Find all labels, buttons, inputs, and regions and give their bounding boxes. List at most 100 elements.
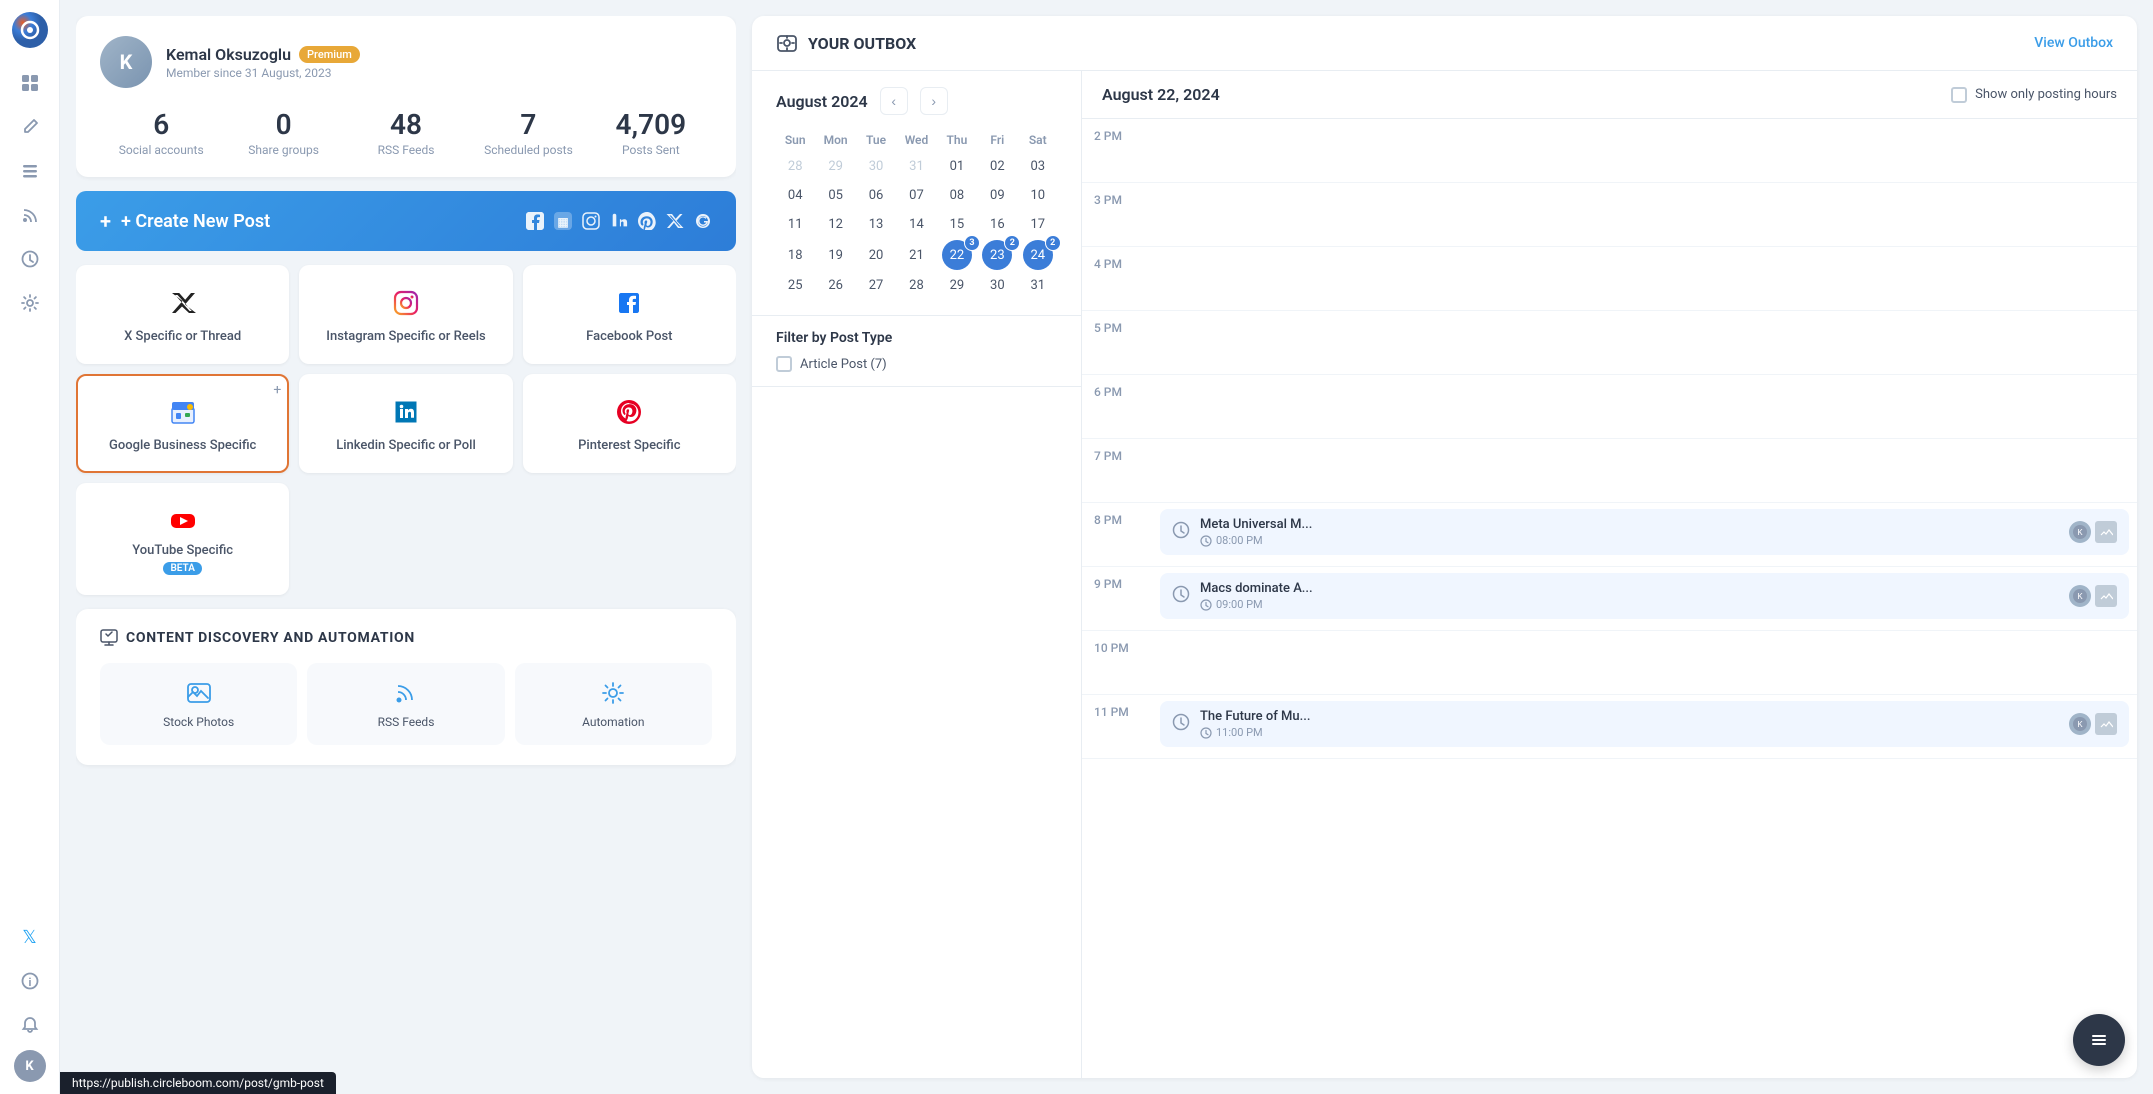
cal-day[interactable]: 08 — [938, 182, 976, 209]
posting-hours-checkbox[interactable] — [1951, 87, 1967, 103]
timeline-content-8pm: Meta Universal M... 08:00 PM K — [1152, 503, 2137, 566]
cal-day[interactable]: 13 — [857, 211, 895, 238]
posting-hours-toggle[interactable]: Show only posting hours — [1951, 87, 2117, 103]
post-type-facebook[interactable]: Facebook Post — [523, 265, 736, 364]
post-type-x[interactable]: X Specific or Thread — [76, 265, 289, 364]
cal-day[interactable]: 03 — [1019, 153, 1057, 180]
cal-day[interactable]: 15 — [938, 211, 976, 238]
time-label-9pm: 9 PM — [1082, 567, 1152, 630]
cal-day[interactable]: 31 — [897, 153, 935, 180]
pinterest-icon — [611, 394, 647, 430]
cal-day[interactable]: 26 — [816, 272, 854, 299]
post-card-avatars: K — [2069, 521, 2117, 543]
cal-day[interactable]: 21 — [897, 240, 935, 270]
outbox-title-text: YOUR OUTBOX — [808, 34, 916, 53]
time-label-3pm: 3 PM — [1082, 183, 1152, 246]
cal-day[interactable]: 20 — [857, 240, 895, 270]
svg-text:i: i — [28, 976, 31, 989]
discovery-stock-photos[interactable]: Stock Photos — [100, 663, 297, 745]
timeline-content-6pm — [1152, 375, 2137, 438]
cal-day[interactable]: 12 — [816, 211, 854, 238]
post-type-youtube[interactable]: YouTube Specific BETA — [76, 483, 289, 595]
fab-menu-button[interactable] — [2073, 1014, 2125, 1066]
cal-day[interactable]: 31 — [1019, 272, 1057, 299]
cal-day-23-wrap[interactable]: 23 2 — [978, 240, 1016, 270]
cal-day-22-wrap[interactable]: 22 3 — [938, 240, 976, 270]
cal-day[interactable]: 14 — [897, 211, 935, 238]
sidebar-edit-icon[interactable] — [11, 108, 49, 146]
profile-since: Member since 31 August, 2023 — [166, 66, 360, 80]
cal-header-sun: Sun — [776, 129, 814, 151]
user-avatar-sidebar[interactable]: K — [14, 1050, 46, 1082]
cal-day[interactable]: 06 — [857, 182, 895, 209]
cal-day[interactable]: 29 — [938, 272, 976, 299]
timeline-content-10pm — [1152, 631, 2137, 694]
info-sidebar-icon[interactable]: i — [11, 962, 49, 1000]
time-label-5pm: 5 PM — [1082, 311, 1152, 374]
cal-day[interactable]: 05 — [816, 182, 854, 209]
avatar: K — [100, 36, 152, 88]
sidebar-list-icon[interactable] — [11, 152, 49, 190]
cal-day[interactable]: 04 — [776, 182, 814, 209]
cal-day[interactable]: 30 — [978, 272, 1016, 299]
post-type-google-business[interactable]: + Google Business Specific — [76, 374, 289, 473]
twitter-sidebar-icon[interactable]: 𝕏 — [11, 918, 49, 956]
timeline-row-3pm: 3 PM — [1082, 183, 2137, 247]
view-outbox-link[interactable]: View Outbox — [2034, 35, 2113, 51]
post-card-macs-dominate[interactable]: Macs dominate A... 09:00 PM K — [1160, 573, 2129, 619]
timeline-content-11pm: The Future of Mu... 11:00 PM K — [1152, 695, 2137, 758]
bell-sidebar-icon[interactable] — [11, 1006, 49, 1044]
facebook-post-label: Facebook Post — [586, 329, 672, 344]
cal-day[interactable]: 11 — [776, 211, 814, 238]
cal-day[interactable]: 01 — [938, 153, 976, 180]
linkedin-specific-label: Linkedin Specific or Poll — [336, 438, 476, 453]
calendar-prev-button[interactable]: ‹ — [880, 87, 908, 115]
discovery-automation[interactable]: Automation — [515, 663, 712, 745]
cal-day[interactable]: 28 — [776, 153, 814, 180]
time-label-7pm: 7 PM — [1082, 439, 1152, 502]
cal-day[interactable]: 30 — [857, 153, 895, 180]
calendar-next-button[interactable]: › — [920, 87, 948, 115]
cal-day[interactable]: 27 — [857, 272, 895, 299]
app-logo[interactable] — [12, 12, 48, 48]
cal-day[interactable]: 10 — [1019, 182, 1057, 209]
timeline-row-11pm: 11 PM The Future of Mu... — [1082, 695, 2137, 759]
cal-day[interactable]: 02 — [978, 153, 1016, 180]
post-card-future-mu[interactable]: The Future of Mu... 11:00 PM K — [1160, 701, 2129, 747]
post-network-avatar-2: K — [2069, 585, 2091, 607]
stat-social-accounts: 6 Social accounts — [100, 108, 222, 157]
cal-day[interactable]: 28 — [897, 272, 935, 299]
post-scheduled-icon — [1172, 521, 1190, 543]
filter-article-post[interactable]: Article Post (7) — [776, 356, 1057, 372]
stat-scheduled-posts: 7 Scheduled posts — [467, 108, 589, 157]
timeline-content-9pm: Macs dominate A... 09:00 PM K — [1152, 567, 2137, 630]
cal-day[interactable]: 19 — [816, 240, 854, 270]
create-post-button[interactable]: + + Create New Post ▦ — [76, 191, 736, 251]
cal-day[interactable]: 18 — [776, 240, 814, 270]
linkedin-icon — [388, 394, 424, 430]
post-type-pinterest[interactable]: Pinterest Specific — [523, 374, 736, 473]
discovery-rss-feeds[interactable]: RSS Feeds — [307, 663, 504, 745]
timeline-row-10pm: 10 PM — [1082, 631, 2137, 695]
cal-day[interactable]: 25 — [776, 272, 814, 299]
timeline-scroll[interactable]: 2 PM 3 PM 4 PM 5 PM — [1082, 119, 2137, 1078]
cal-day-24-wrap[interactable]: 24 2 — [1019, 240, 1057, 270]
sidebar-grid-icon[interactable] — [11, 64, 49, 102]
cal-day[interactable]: 29 — [816, 153, 854, 180]
post-type-instagram[interactable]: Instagram Specific or Reels — [299, 265, 512, 364]
post-card-title-2: Macs dominate A... — [1200, 581, 2059, 596]
google-business-label: Google Business Specific — [109, 438, 256, 453]
post-card-title: Meta Universal M... — [1200, 517, 2059, 532]
timeline-content-5pm — [1152, 311, 2137, 374]
cal-day[interactable]: 07 — [897, 182, 935, 209]
article-post-checkbox[interactable] — [776, 356, 792, 372]
cal-day[interactable]: 17 — [1019, 211, 1057, 238]
cal-day[interactable]: 16 — [978, 211, 1016, 238]
post-card-avatars-3: K — [2069, 713, 2117, 735]
sidebar-clock-icon[interactable] — [11, 240, 49, 278]
post-type-linkedin[interactable]: Linkedin Specific or Poll — [299, 374, 512, 473]
post-card-meta-universal[interactable]: Meta Universal M... 08:00 PM K — [1160, 509, 2129, 555]
cal-day[interactable]: 09 — [978, 182, 1016, 209]
sidebar-settings-icon[interactable] — [11, 284, 49, 322]
sidebar-rss-icon[interactable] — [11, 196, 49, 234]
